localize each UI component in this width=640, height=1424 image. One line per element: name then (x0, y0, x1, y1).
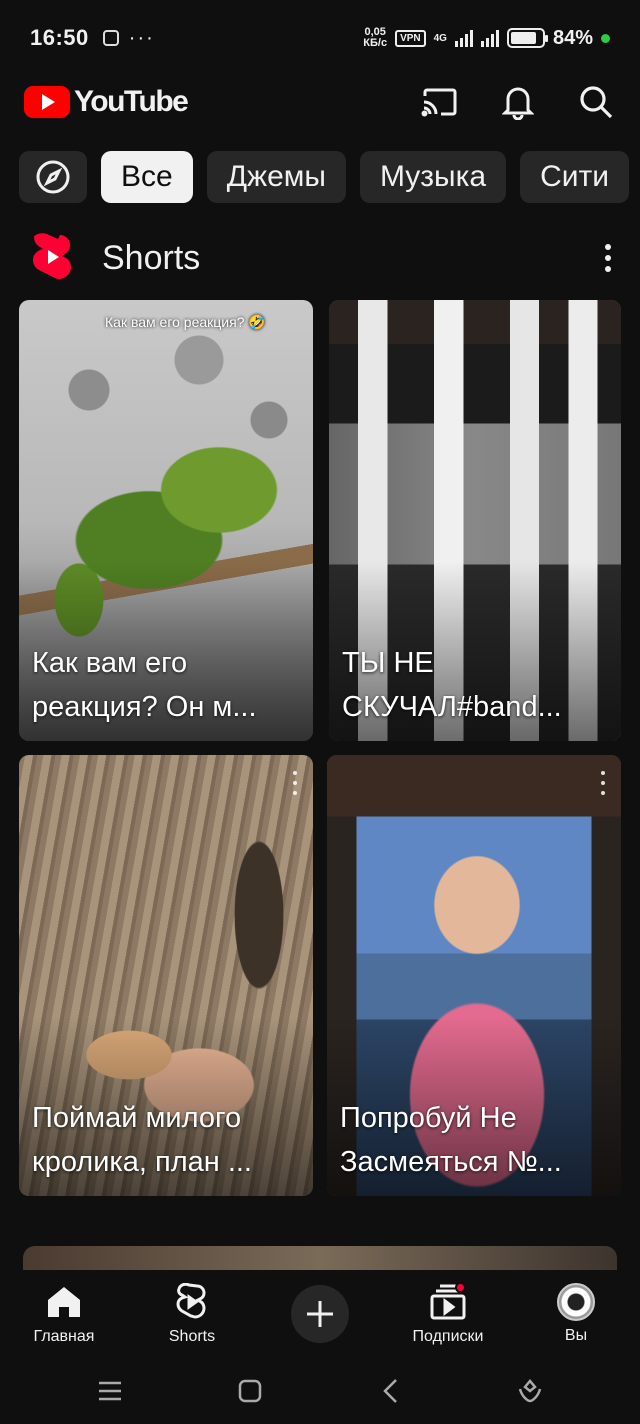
square-icon (238, 1379, 262, 1403)
short-card[interactable]: Поймай милого кролика, план ... (19, 755, 313, 1196)
compass-icon (36, 160, 70, 194)
nav-label: Главная (33, 1328, 95, 1345)
youtube-play-icon (24, 86, 70, 118)
short-more-button[interactable] (599, 771, 607, 795)
short-more-button[interactable] (291, 771, 299, 795)
short-card[interactable]: Попробуй Не Засмеяться №... (327, 755, 621, 1196)
shorts-title: Shorts (102, 238, 201, 277)
shorts-more-button[interactable] (596, 238, 620, 278)
battery-icon (506, 28, 548, 48)
vpn-icon: VPN (395, 29, 426, 47)
search-button[interactable] (576, 82, 616, 122)
short-title: Поймай милого кролика, план ... (32, 1102, 252, 1178)
more-notifications-icon: ··· (128, 26, 155, 49)
nav-create[interactable] (270, 1285, 370, 1343)
short-title: Как вам его реакция? Он м... (32, 647, 257, 723)
bell-icon (502, 87, 534, 120)
shorts-section-header: Shorts (30, 232, 620, 284)
status-bar: 16:50 ··· 0,05 КБ/с VPN 4G 84% (0, 0, 640, 76)
subscriptions-icon (428, 1282, 468, 1322)
create-button[interactable] (291, 1285, 349, 1343)
back-icon (383, 1379, 397, 1403)
nav-label: Вы (564, 1327, 588, 1344)
youtube-logo[interactable]: YouTube (24, 85, 189, 119)
chip-music[interactable]: Музыка (359, 151, 507, 203)
recents-button[interactable] (90, 1371, 130, 1411)
home-icon (44, 1282, 84, 1322)
nav-you[interactable]: Вы (526, 1283, 626, 1345)
short-card[interactable]: ТЫ НЕ СКУЧАЛ#band... (329, 300, 621, 741)
notifications-button[interactable] (498, 82, 538, 122)
short-title: ТЫ НЕ СКУЧАЛ#band... (342, 647, 562, 723)
wifi-signal-icon (480, 29, 499, 47)
chip-jams[interactable]: Джемы (206, 151, 346, 203)
cellular-signal-icon (454, 29, 473, 47)
assistant-button[interactable] (510, 1371, 550, 1411)
assistant-icon (518, 1379, 542, 1403)
nav-shorts[interactable]: Shorts (142, 1282, 242, 1346)
privacy-indicator-dot (601, 33, 610, 43)
network-speed-unit: КБ/с (363, 37, 388, 49)
plus-icon (307, 1301, 333, 1327)
system-navigation-bar (0, 1358, 640, 1424)
nav-label: Shorts (168, 1328, 216, 1345)
avatar (557, 1283, 595, 1321)
chip-sitcoms[interactable]: Сити (520, 151, 630, 203)
home-system-button[interactable] (230, 1371, 270, 1411)
battery-percent: 84% (552, 26, 593, 49)
filter-chips: Все Джемы Музыка Сити (19, 151, 630, 203)
short-title: Попробуй Не Засмеяться №... (340, 1102, 562, 1178)
network-speed: 0,05 КБ/с (363, 27, 387, 49)
clock: 16:50 (30, 25, 89, 50)
network-type: 4G (433, 32, 447, 44)
nav-label: Подписки (412, 1328, 484, 1345)
bottom-navigation: Главная Shorts Подписки Вы (0, 1270, 640, 1358)
new-content-badge (455, 1282, 466, 1293)
nav-home[interactable]: Главная (14, 1282, 114, 1346)
logo-text: YouTube (74, 85, 189, 118)
explore-chip[interactable] (19, 151, 87, 203)
cast-icon (421, 88, 457, 117)
notification-icons: ··· (102, 26, 155, 50)
search-icon (580, 86, 613, 119)
system-indicators: 0,05 КБ/с VPN 4G 84% (363, 27, 610, 50)
app-header: YouTube (0, 76, 640, 128)
app-notification-icon (102, 30, 119, 46)
shorts-logo-icon (33, 233, 71, 279)
menu-icon (99, 1381, 121, 1401)
shorts-icon (172, 1282, 212, 1322)
chip-all[interactable]: Все (101, 151, 193, 203)
overlay-caption: Как вам его реакция? 🤣 (105, 314, 266, 330)
cast-button[interactable] (420, 82, 460, 122)
short-card[interactable]: Как вам его реакция? 🤣 Как вам его реакц… (19, 300, 313, 741)
nav-subscriptions[interactable]: Подписки (398, 1282, 498, 1346)
back-button[interactable] (370, 1371, 410, 1411)
